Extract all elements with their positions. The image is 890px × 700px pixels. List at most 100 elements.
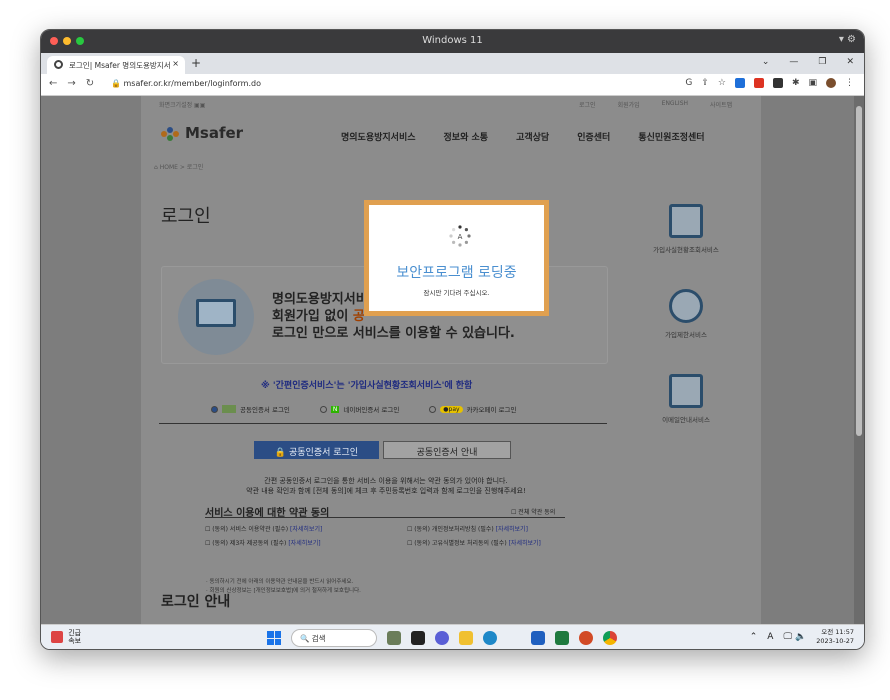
new-tab-button[interactable]: + bbox=[191, 56, 201, 70]
monitor-mail-icon bbox=[669, 374, 703, 408]
bookmark-star-icon[interactable]: ☆ bbox=[718, 78, 726, 88]
top-link-sitemap[interactable]: 사이트맵 bbox=[710, 100, 732, 109]
font-size-label: 화면크기설정 bbox=[159, 102, 193, 109]
chat-icon[interactable] bbox=[435, 631, 449, 645]
breadcrumb: ⌂ HOME > 로그인 bbox=[154, 164, 204, 171]
tray-chevron-icon[interactable]: ⌃ bbox=[750, 632, 758, 642]
minimize-icon[interactable]: — bbox=[789, 57, 798, 67]
side-service-restriction[interactable]: 가입제한서비스 bbox=[641, 289, 731, 339]
scrollbar-thumb[interactable] bbox=[856, 106, 862, 436]
file-explorer-icon[interactable] bbox=[459, 631, 473, 645]
top-link-join[interactable]: 회원가입 bbox=[618, 100, 640, 109]
terms-label: (동의) 고유식별정보 처리동의 (필수) bbox=[414, 540, 507, 547]
cert-icon bbox=[222, 405, 236, 413]
terms-detail-link[interactable]: [자세히보기] bbox=[509, 540, 541, 547]
side-label: 이메일안내서비스 bbox=[662, 416, 710, 424]
extension-qr-icon[interactable] bbox=[772, 78, 783, 88]
chrome-icon[interactable] bbox=[603, 631, 617, 645]
terms-item[interactable]: ☐ (동의) 제3자 제공동의 (필수) [자세히보기] bbox=[205, 538, 321, 547]
search-placeholder: 검색 bbox=[311, 634, 326, 643]
nav-item-auth-center[interactable]: 인증센터 bbox=[577, 130, 610, 143]
naver-icon: N bbox=[330, 405, 340, 413]
widget-app-icon[interactable] bbox=[387, 631, 401, 645]
terms-detail-link[interactable]: [자세히보기] bbox=[288, 540, 320, 547]
monitor-search-icon bbox=[669, 204, 703, 238]
input-language[interactable]: A bbox=[767, 632, 773, 642]
tab-close-icon[interactable]: × bbox=[172, 59, 179, 68]
top-link-english[interactable]: ENGLISH bbox=[662, 100, 688, 109]
radio-kakaopay[interactable]: ●pay 카카오페이 로그인 bbox=[429, 404, 516, 414]
loading-modal: A 보안프로그램 로딩중 잠시만 기다려 주십시오. bbox=[364, 200, 549, 316]
loading-sub-message: 잠시만 기다려 주십시오. bbox=[423, 289, 490, 297]
radio-naver-cert[interactable]: N 네이버인증서 로그인 bbox=[319, 404, 399, 414]
site-logo[interactable]: Msafer bbox=[159, 124, 243, 142]
main-nav: 명의도용방지서비스 정보와 소통 고객상담 인증센터 통신민원조정센터 bbox=[341, 130, 705, 143]
top-link-login[interactable]: 로그인 bbox=[579, 100, 596, 109]
desc-line-2: 약관 내용 확인과 함께 [전체 동의]에 체크 후 주민등록번호 입력과 함께… bbox=[246, 487, 526, 495]
radio-label: 카카오페이 로그인 bbox=[466, 406, 517, 414]
radio-joint-cert[interactable]: 공동인증서 로그인 bbox=[211, 404, 290, 414]
terms-item[interactable]: ☐ (동의) 개인정보처리방침 (필수) [자세히보기] bbox=[407, 524, 528, 533]
nav-item-complaint[interactable]: 통신민원조정센터 bbox=[638, 130, 704, 143]
window-menu-icon[interactable]: ▾ ⚙ bbox=[839, 34, 856, 45]
terms-item[interactable]: ☐ (동의) 고유식별정보 처리동의 (필수) [자세히보기] bbox=[407, 538, 541, 547]
nav-item-info[interactable]: 정보와 소통 bbox=[444, 130, 489, 143]
loading-message: 보안프로그램 로딩중 bbox=[396, 265, 517, 281]
back-icon[interactable]: ← bbox=[49, 78, 57, 89]
sidepanel-icon[interactable]: ▣ bbox=[808, 78, 817, 88]
monitor-lock-icon bbox=[178, 279, 254, 355]
start-button[interactable] bbox=[267, 631, 281, 645]
divider bbox=[159, 423, 607, 424]
terms-all-checkbox[interactable]: ☐ 전체 약관 동의 bbox=[511, 507, 555, 516]
radio-dot[interactable] bbox=[319, 405, 327, 413]
browser-menu-icon[interactable]: ⋮ bbox=[845, 78, 854, 88]
edge-icon[interactable] bbox=[483, 631, 497, 645]
browser-window: Windows 11 ▾ ⚙ 로그인| Msafer 명의도용방지서 × + ⌄… bbox=[40, 29, 865, 650]
terms-detail-link[interactable]: [자세히보기] bbox=[290, 526, 322, 533]
terms-detail-link[interactable]: [자세히보기] bbox=[496, 526, 528, 533]
news-widget[interactable]: 긴급 속보 bbox=[51, 629, 81, 645]
nav-item-support[interactable]: 고객상담 bbox=[516, 130, 549, 143]
cert-guide-button[interactable]: 공동인증서 안내 bbox=[383, 441, 511, 459]
task-view-icon[interactable] bbox=[411, 631, 425, 645]
terms-item[interactable]: ☐ (동의) 서비스 이용약관 (필수) [자세히보기] bbox=[205, 524, 322, 533]
profile-avatar[interactable] bbox=[826, 78, 836, 88]
font-size-setting[interactable]: 화면크기설정 ▣▣ bbox=[159, 100, 205, 109]
terms-all-label: 전체 약관 동의 bbox=[518, 509, 556, 516]
reload-icon[interactable]: ↻ bbox=[86, 78, 94, 89]
url-text: msafer.or.kr/member/loginform.do bbox=[123, 79, 261, 88]
url-field[interactable]: 🔒 msafer.or.kr/member/loginform.do bbox=[111, 79, 261, 88]
side-service-registration[interactable]: 가입사실현황조회서비스 bbox=[641, 204, 731, 254]
share-icon[interactable]: ⇪ bbox=[701, 78, 709, 88]
alert-icon bbox=[51, 631, 63, 643]
radio-dot[interactable] bbox=[429, 405, 437, 413]
notice-text: ※ '간편인증서비스'는 '가입사실현황조회서비스'에 한함 bbox=[261, 381, 473, 391]
forward-icon[interactable]: → bbox=[67, 78, 75, 89]
radio-dot[interactable] bbox=[211, 405, 218, 413]
extension-record-icon[interactable] bbox=[753, 78, 764, 88]
nav-item-identity-protection[interactable]: 명의도용방지서비스 bbox=[341, 130, 416, 143]
clock[interactable]: 오전 11:57 2023-10-27 bbox=[816, 628, 854, 646]
kakaopay-icon: ●pay bbox=[440, 405, 463, 413]
msafer-logo-icon bbox=[161, 126, 179, 141]
windows-taskbar: 긴급 속보 🔍 검색 ⌃ A 🖵 🔈 오전 11:57 2023-10-27 bbox=[41, 624, 864, 649]
google-icon[interactable]: G bbox=[685, 78, 692, 88]
close-icon[interactable]: ✕ bbox=[846, 57, 854, 67]
taskbar-search[interactable]: 🔍 검색 bbox=[291, 629, 377, 647]
word-icon[interactable] bbox=[531, 631, 545, 645]
intro-line-3: 로그인 만으로 서비스를 이용할 수 있습니다. bbox=[272, 326, 515, 341]
browser-tab[interactable]: 로그인| Msafer 명의도용방지서 × bbox=[47, 56, 185, 74]
restore-icon[interactable]: ❐ bbox=[818, 57, 826, 67]
window-titlebar: Windows 11 ▾ ⚙ bbox=[41, 30, 864, 53]
network-volume-icon[interactable]: 🖵 🔈 bbox=[783, 632, 806, 642]
powerpoint-icon[interactable] bbox=[579, 631, 593, 645]
intro-line-2: 회원가입 없이 bbox=[272, 309, 349, 324]
tab-list-icon[interactable]: ⌄ bbox=[762, 57, 770, 67]
side-service-email[interactable]: 이메일안내서비스 bbox=[641, 374, 731, 424]
extensions-puzzle-icon[interactable]: ✱ bbox=[792, 78, 800, 88]
terms-label: (동의) 개인정보처리방침 (필수) bbox=[414, 526, 494, 533]
page-scrollbar[interactable] bbox=[854, 96, 864, 624]
extension-download-icon[interactable] bbox=[734, 78, 745, 88]
cert-login-button[interactable]: 🔒 공동인증서 로그인 bbox=[254, 441, 379, 459]
excel-icon[interactable] bbox=[555, 631, 569, 645]
